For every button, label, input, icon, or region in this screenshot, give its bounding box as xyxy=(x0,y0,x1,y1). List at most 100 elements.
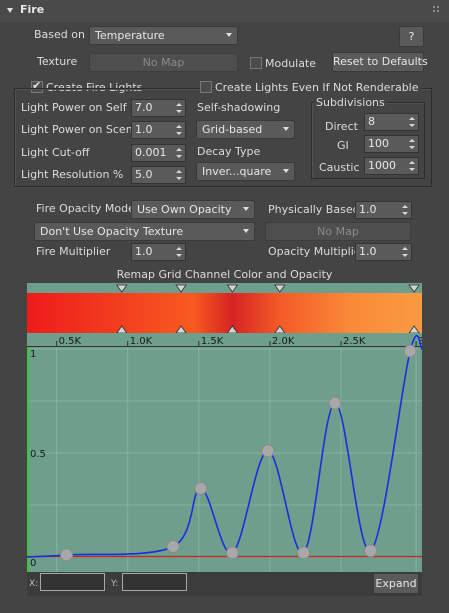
remap-curve-editor[interactable]: 0.5K 1.0K 1.5K 2.0K 2.5K 310.50 xyxy=(27,283,422,573)
fire-multiplier-label: Fire Multiplier xyxy=(36,245,111,258)
x-tick-label: 2.5K xyxy=(343,336,366,347)
spinner-up-icon[interactable] xyxy=(409,117,415,120)
caustic-label: Caustic xyxy=(319,161,360,174)
expand-button[interactable]: Expand xyxy=(373,573,419,594)
spinner-down-icon[interactable] xyxy=(409,146,415,149)
texture-map-button[interactable]: No Map xyxy=(89,53,238,72)
x-tick-label: 0.5K xyxy=(59,336,82,347)
spinner-down-icon[interactable] xyxy=(402,254,408,257)
light-resolution-spinner[interactable]: 5.0 xyxy=(131,166,186,184)
gi-label: GI xyxy=(337,139,349,152)
light-cutoff-value: 0.001 xyxy=(135,146,167,159)
physically-based-label: Physically Based xyxy=(268,203,360,216)
color-gradient-bar xyxy=(27,293,422,333)
curve-control-point[interactable] xyxy=(166,540,180,554)
x-value-field[interactable] xyxy=(40,573,105,591)
light-cutoff-label: Light Cut-off xyxy=(21,146,90,159)
spinner-up-icon[interactable] xyxy=(176,247,182,250)
light-resolution-label: Light Resolution % xyxy=(21,168,124,181)
drag-grip-icon[interactable] xyxy=(432,5,442,15)
gi-spinner[interactable]: 100 xyxy=(364,135,419,153)
chevron-down-icon xyxy=(283,127,289,131)
caustic-spinner[interactable]: 1000 xyxy=(364,157,419,175)
physically-based-spinner[interactable]: 1.0 xyxy=(355,201,412,219)
texture-label: Texture xyxy=(37,55,78,68)
subdivisions-title: Subdivisions xyxy=(314,96,387,110)
spinner-down-icon[interactable] xyxy=(176,254,182,257)
opacity-multiplier-spinner[interactable]: 1.0 xyxy=(355,243,412,261)
opacity-texture-value: Don't Use Opacity Texture xyxy=(40,225,184,238)
triangle-down-icon[interactable] xyxy=(7,8,13,13)
based-on-label: Based on xyxy=(34,28,85,41)
x-tick-label: 2.0K xyxy=(272,336,295,347)
light-cutoff-spinner[interactable]: 0.001 xyxy=(131,144,186,162)
x-tick-label: 1.5K xyxy=(201,336,224,347)
decay-type-label: Decay Type xyxy=(197,145,261,158)
light-power-self-label: Light Power on Self xyxy=(21,101,127,114)
curve-control-point[interactable] xyxy=(403,344,417,358)
opacity-texture-dropdown[interactable]: Don't Use Opacity Texture xyxy=(34,222,255,241)
chevron-down-icon xyxy=(283,169,289,173)
spinner-up-icon[interactable] xyxy=(176,148,182,151)
opacity-multiplier-label: Opacity Multiplier xyxy=(268,245,366,258)
curve-control-point[interactable] xyxy=(297,546,310,560)
curve-control-point[interactable] xyxy=(225,546,239,560)
curve-control-point[interactable] xyxy=(328,396,342,410)
spinner-down-icon[interactable] xyxy=(176,155,182,158)
fire-multiplier-value: 1.0 xyxy=(135,245,153,258)
spinner-up-icon[interactable] xyxy=(409,161,415,164)
self-shadowing-label: Self-shadowing xyxy=(197,101,281,114)
based-on-value: Temperature xyxy=(95,29,165,42)
light-power-scene-spinner[interactable]: 1.0 xyxy=(131,121,186,139)
spinner-up-icon[interactable] xyxy=(409,139,415,142)
light-power-self-spinner[interactable]: 7.0 xyxy=(131,99,186,117)
light-power-self-value: 7.0 xyxy=(135,101,153,114)
spinner-down-icon[interactable] xyxy=(409,168,415,171)
x-field-label: X: xyxy=(29,579,39,589)
curve-control-point[interactable] xyxy=(60,548,73,562)
remap-title: Remap Grid Channel Color and Opacity xyxy=(116,268,333,281)
y-tick-label: 0.5 xyxy=(30,449,46,460)
chevron-down-icon xyxy=(243,207,249,211)
spinner-up-icon[interactable] xyxy=(176,170,182,173)
direct-label: Direct xyxy=(325,120,358,133)
decay-type-value: Inver...quare xyxy=(202,165,272,178)
self-shadowing-value: Grid-based xyxy=(202,123,263,136)
based-on-dropdown[interactable]: Temperature xyxy=(89,26,238,45)
fire-opacity-mode-dropdown[interactable]: Use Own Opacity xyxy=(131,200,255,219)
self-shadowing-dropdown[interactable]: Grid-based xyxy=(196,120,295,139)
fire-opacity-mode-label: Fire Opacity Mode xyxy=(36,202,135,215)
direct-value: 8 xyxy=(368,115,375,128)
decay-type-dropdown[interactable]: Inver...quare xyxy=(196,162,295,181)
spinner-down-icon[interactable] xyxy=(409,124,415,127)
create-lights-not-renderable-checkbox[interactable] xyxy=(200,81,212,93)
opacity-multiplier-value: 1.0 xyxy=(359,245,377,258)
curve-control-point[interactable] xyxy=(194,481,208,495)
gi-value: 100 xyxy=(368,137,389,150)
spinner-up-icon[interactable] xyxy=(176,125,182,128)
y-field-label: Y: xyxy=(111,579,119,589)
spinner-up-icon[interactable] xyxy=(402,247,408,250)
chevron-down-icon xyxy=(243,229,249,233)
create-lights-not-renderable-label: Create Lights Even If Not Renderable xyxy=(215,81,421,95)
curve-control-point[interactable] xyxy=(364,544,378,558)
chevron-down-icon xyxy=(226,33,232,37)
spinner-down-icon[interactable] xyxy=(176,110,182,113)
rollout-title: Fire xyxy=(20,3,45,16)
rollout-header[interactable]: Fire xyxy=(0,0,449,22)
y-tick-label: 0 xyxy=(30,558,36,569)
spinner-down-icon[interactable] xyxy=(176,132,182,135)
spinner-up-icon[interactable] xyxy=(402,205,408,208)
help-button[interactable]: ? xyxy=(399,26,424,47)
y-value-field[interactable] xyxy=(122,573,187,591)
reset-defaults-button[interactable]: Reset to Defaults xyxy=(332,52,428,72)
fire-multiplier-spinner[interactable]: 1.0 xyxy=(131,243,186,261)
opacity-map-button[interactable]: No Map xyxy=(265,222,411,241)
direct-spinner[interactable]: 8 xyxy=(364,113,419,131)
spinner-up-icon[interactable] xyxy=(176,103,182,106)
spinner-down-icon[interactable] xyxy=(402,212,408,215)
modulate-checkbox[interactable] xyxy=(250,57,262,69)
curve-control-point[interactable] xyxy=(261,444,275,458)
light-power-scene-label: Light Power on Scene xyxy=(21,123,140,136)
spinner-down-icon[interactable] xyxy=(176,177,182,180)
